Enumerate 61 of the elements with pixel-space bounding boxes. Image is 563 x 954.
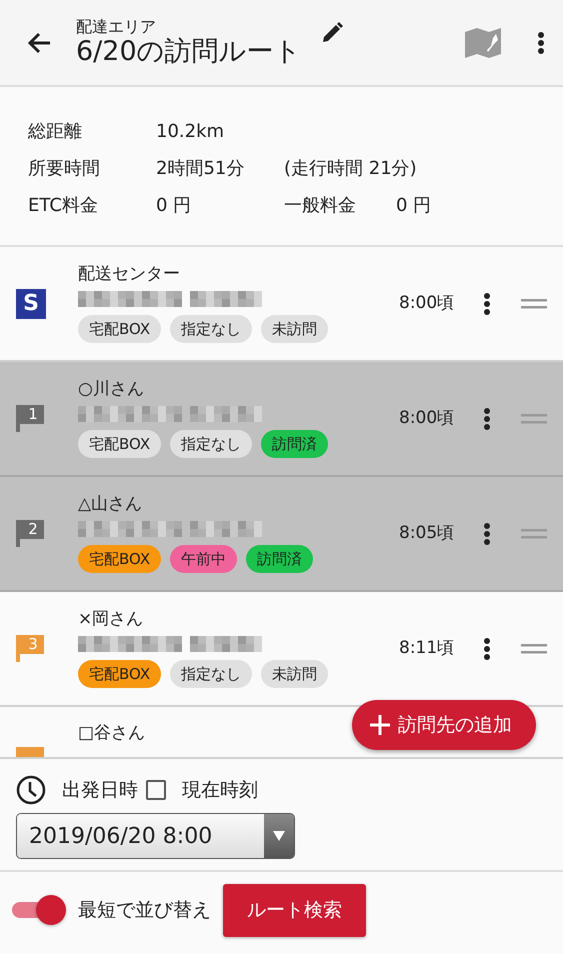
arrival-time: 8:00頃 — [399, 406, 456, 430]
departure-label: 出発日時 — [62, 778, 138, 803]
stop-row[interactable]: 1 ○川さん 宅配BOX 指定なし 訪問済 8:00頃 — [0, 362, 563, 477]
stop-name: △山さん — [78, 494, 144, 514]
stop-name: ×岡さん — [78, 608, 144, 630]
tag: 宅配BOX — [78, 544, 162, 574]
summary-label: 所要時間 — [28, 157, 101, 181]
flag-marker: 1 — [16, 405, 44, 432]
drag-handle-icon[interactable] — [521, 644, 547, 654]
tag: 宅配BOX — [78, 660, 162, 688]
caret-icon — [273, 831, 285, 841]
plus-icon — [370, 715, 390, 735]
more-icon[interactable] — [483, 636, 491, 660]
header-subtitle: 配達エリア — [76, 16, 157, 36]
stop-name: 配送センター — [78, 264, 181, 284]
summary-value: 0 円 — [396, 194, 432, 218]
stop-row[interactable]: 2 △山さん 宅配BOX 午前中 訪問済 8:05頃 — [0, 477, 563, 592]
tag: 宅配BOX — [78, 314, 162, 344]
summary-note: (走行時間 21分) — [284, 157, 417, 181]
tag: 未訪問 — [261, 314, 328, 344]
flag-marker: 2 — [16, 520, 44, 547]
map-icon[interactable] — [465, 28, 501, 58]
stop-name: ○川さん — [78, 378, 145, 400]
summary-value: 0 円 — [156, 194, 192, 218]
summary-label: 一般料金 — [284, 194, 356, 218]
flag-marker: 3 — [16, 635, 44, 662]
tag: 午前中 — [170, 544, 238, 574]
more-icon[interactable] — [483, 292, 491, 316]
drag-handle-icon[interactable] — [521, 528, 547, 538]
start-marker: S — [16, 288, 46, 318]
stop-row[interactable]: S 配送センター 宅配BOX 指定なし 未訪問 8:00頃 — [0, 247, 563, 362]
route-search-button[interactable]: ルート検索 — [223, 884, 366, 936]
arrival-time: 8:11頃 — [399, 636, 456, 660]
tag: 指定なし — [170, 314, 252, 344]
summary-value: 10.2km — [156, 120, 226, 144]
tag: 未訪問 — [261, 660, 328, 688]
summary-label: 総距離 — [28, 120, 83, 144]
tag: 宅配BOX — [78, 430, 162, 458]
summary-label: ETC料金 — [28, 194, 99, 218]
tag: 指定なし — [170, 660, 252, 688]
tag: 指定なし — [170, 430, 252, 458]
drag-handle-icon[interactable] — [521, 298, 547, 308]
more-icon[interactable] — [537, 30, 545, 54]
summary-value: 2時間51分 — [156, 157, 246, 181]
tag: 訪問済 — [246, 544, 314, 574]
add-stop-button[interactable]: 訪問先の追加 — [352, 700, 536, 750]
tag: 訪問済 — [261, 430, 328, 458]
clock-icon — [16, 775, 46, 805]
arrival-time: 8:05頃 — [399, 522, 456, 545]
stop-name: □谷さん — [78, 723, 146, 745]
drag-handle-icon[interactable] — [521, 414, 547, 424]
arrival-time: 8:00頃 — [399, 292, 456, 315]
page-title: 6/20の訪問ルート — [76, 36, 302, 68]
more-icon[interactable] — [483, 522, 491, 546]
more-icon[interactable] — [483, 406, 491, 430]
toggle-switch[interactable] — [12, 895, 66, 926]
back-icon[interactable] — [26, 30, 52, 54]
datetime-dropdown[interactable]: 2019/06/20 8:00 — [16, 813, 295, 859]
checkbox[interactable] — [146, 780, 166, 800]
toggle-label: 最短で並び替え — [78, 898, 211, 923]
checkbox-label: 現在時刻 — [182, 778, 258, 803]
